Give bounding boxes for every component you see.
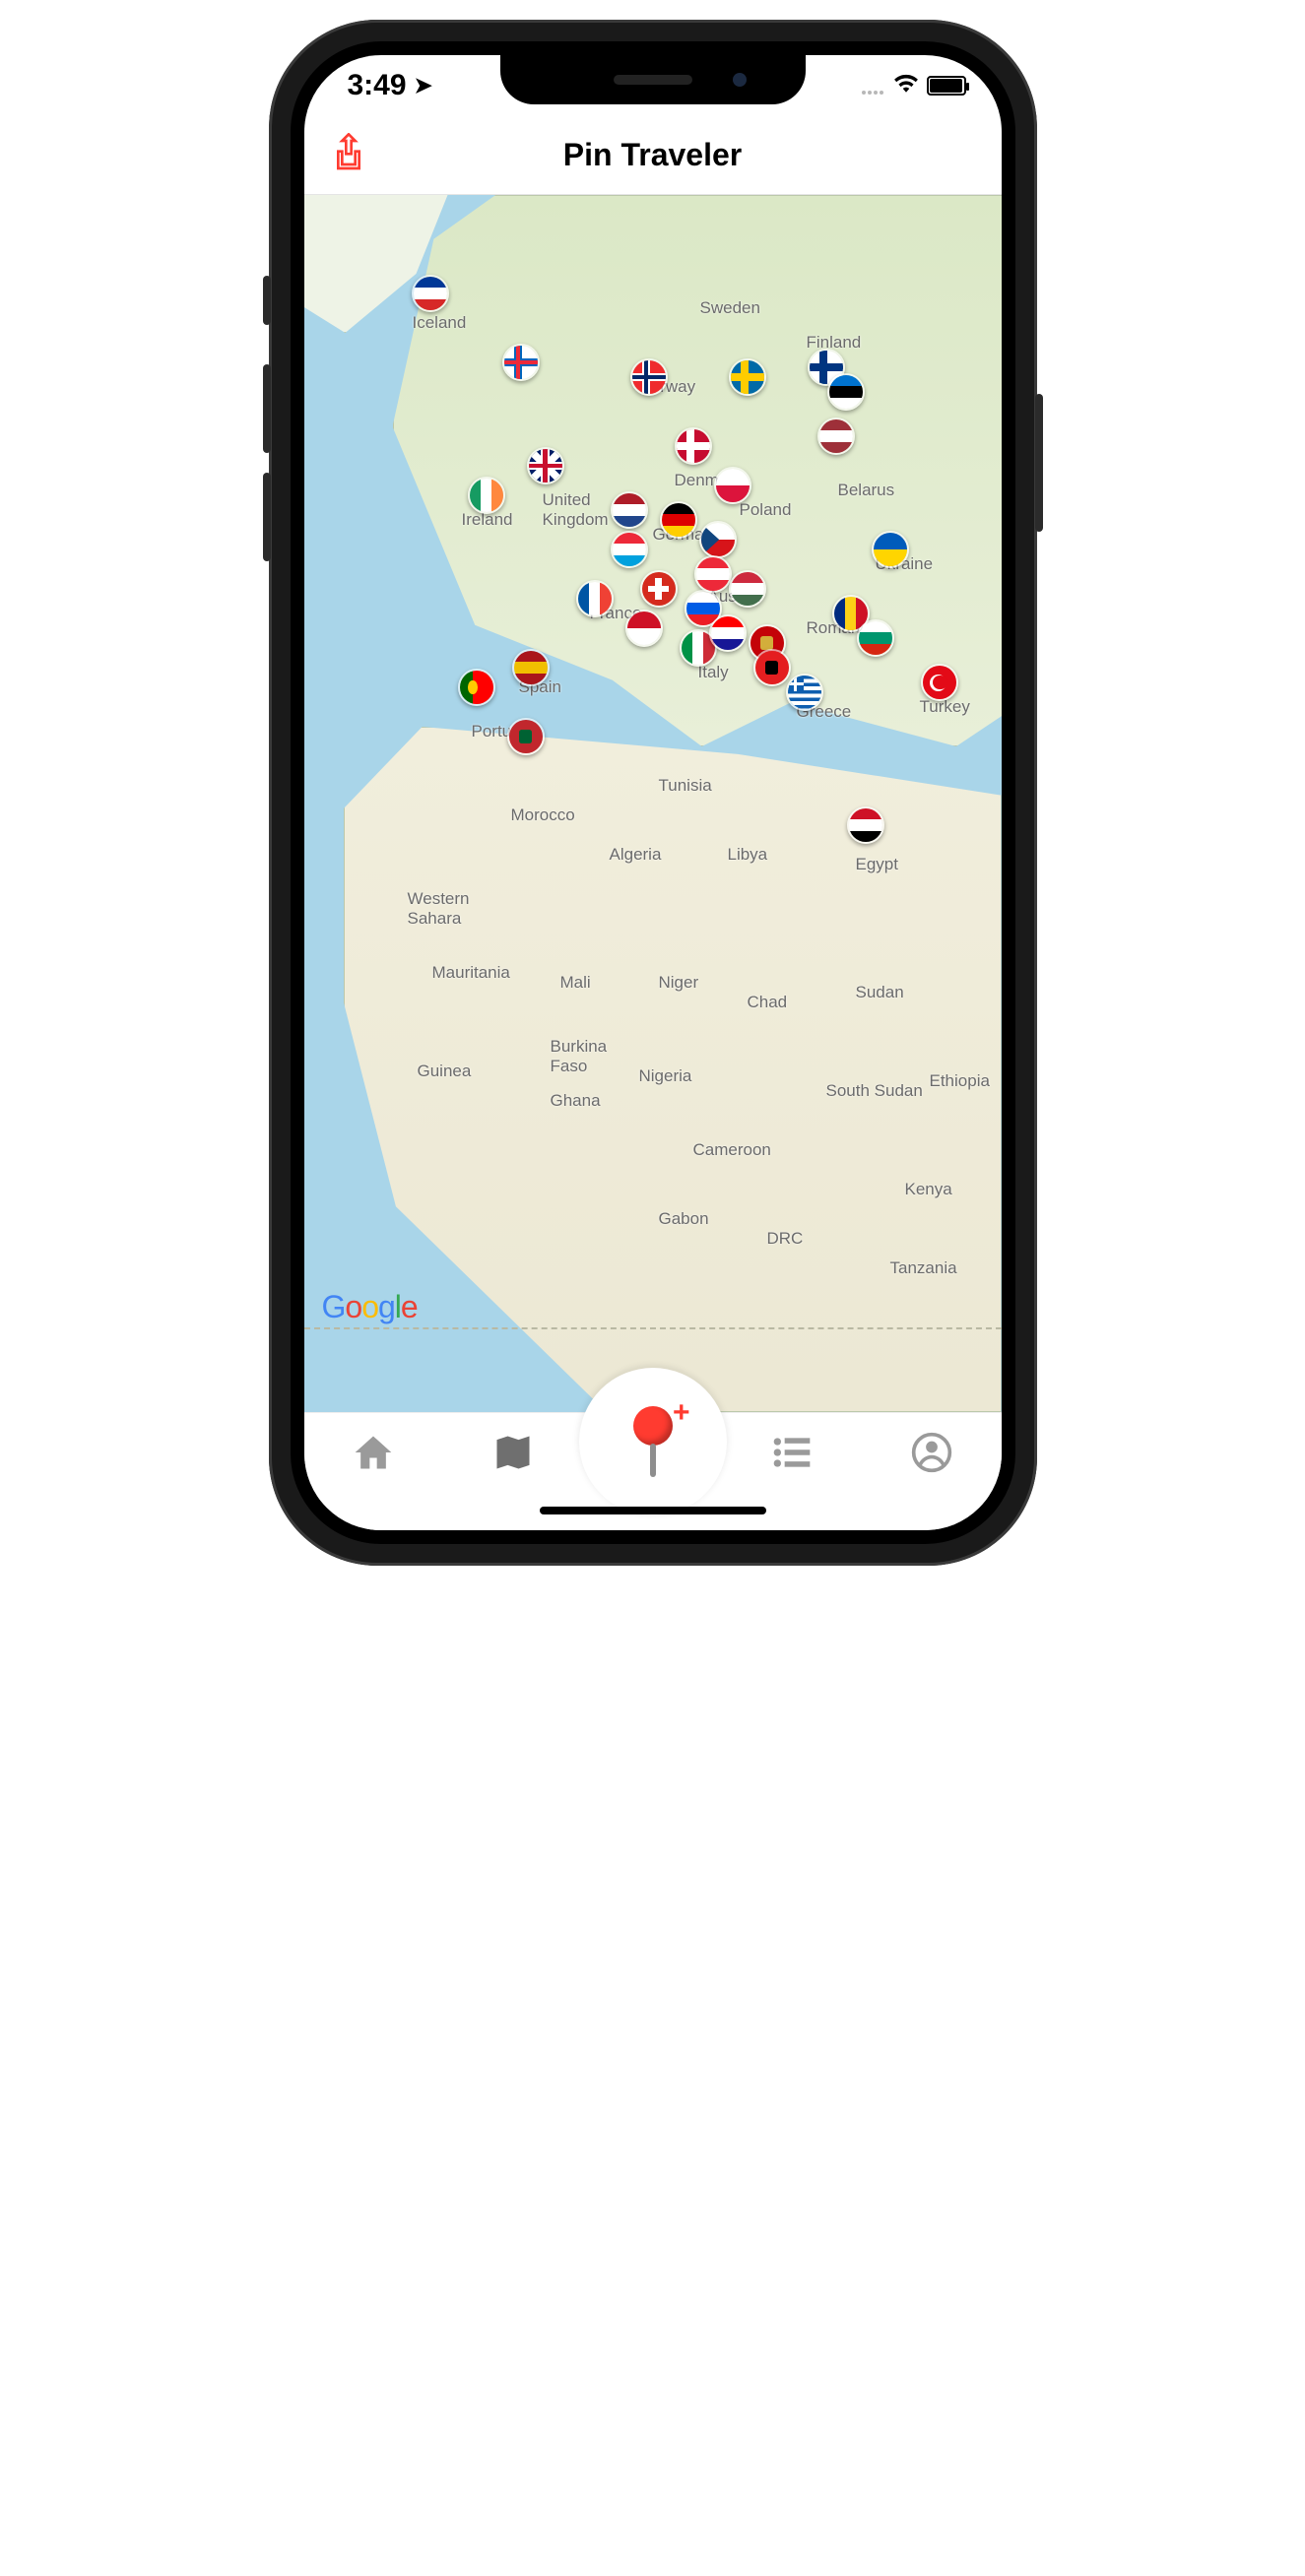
flag-pin-spain[interactable] <box>512 649 550 686</box>
share-button[interactable] <box>332 133 365 177</box>
flag-pin-faroe[interactable] <box>502 344 540 381</box>
cellular-dots-icon <box>862 69 885 102</box>
flag-pin-monaco[interactable] <box>625 610 663 647</box>
flag-pin-switzerland[interactable] <box>640 570 678 608</box>
home-icon <box>352 1431 395 1474</box>
flag-pin-latvia[interactable] <box>817 418 855 455</box>
flag-pin-poland[interactable] <box>714 467 751 504</box>
flag-pin-denmark[interactable] <box>675 427 712 465</box>
flag-pin-czech[interactable] <box>699 521 737 558</box>
equator-line <box>304 1327 1002 1329</box>
volume-down-button[interactable] <box>263 473 271 561</box>
flag-pin-luxembourg[interactable] <box>611 531 648 568</box>
list-icon <box>770 1431 814 1474</box>
volume-up-button[interactable] <box>263 364 271 453</box>
flag-pin-turkey[interactable] <box>921 664 958 701</box>
flag-pin-norway[interactable] <box>630 358 668 396</box>
tab-list[interactable] <box>770 1431 814 1479</box>
flag-pin-germany[interactable] <box>660 501 697 539</box>
profile-icon <box>910 1431 953 1474</box>
flag-pin-ukraine[interactable] <box>872 531 909 568</box>
flag-pin-france[interactable] <box>576 580 614 617</box>
nav-bar: Pin Traveler <box>304 116 1002 195</box>
flag-pin-uk[interactable] <box>527 447 564 484</box>
flag-pin-ireland[interactable] <box>468 477 505 514</box>
flag-pin-hungary[interactable] <box>729 570 766 608</box>
flag-pin-austria[interactable] <box>694 555 732 593</box>
flag-pin-netherlands[interactable] <box>611 491 648 529</box>
location-arrow-icon: ➤ <box>415 73 432 98</box>
flag-pin-estonia[interactable] <box>827 373 865 411</box>
earpiece <box>614 75 692 85</box>
notch <box>500 55 806 104</box>
flag-pin-morocco[interactable] <box>507 718 545 755</box>
pin-add-icon: + <box>633 1406 673 1477</box>
wifi-icon <box>893 72 919 99</box>
status-time: 3:49 <box>348 69 407 102</box>
power-button[interactable] <box>1035 394 1043 532</box>
tab-profile[interactable] <box>910 1431 953 1479</box>
flag-pin-iceland[interactable] <box>412 275 449 312</box>
flag-pin-greece[interactable] <box>786 674 823 711</box>
page-title: Pin Traveler <box>563 137 742 173</box>
tab-map[interactable] <box>491 1431 535 1479</box>
flag-pin-sweden[interactable] <box>729 358 766 396</box>
mute-switch[interactable] <box>263 276 271 325</box>
screen: 3:49 ➤ Pin Traveler <box>304 55 1002 1530</box>
flag-pin-albania[interactable] <box>753 649 791 686</box>
flag-pin-croatia[interactable] <box>709 614 747 652</box>
flag-pin-portugal[interactable] <box>458 669 495 706</box>
google-logo: Google <box>322 1289 418 1325</box>
phone-bezel: 3:49 ➤ Pin Traveler <box>291 41 1015 1544</box>
tab-home[interactable] <box>352 1431 395 1479</box>
front-camera <box>733 73 747 87</box>
add-pin-fab[interactable]: + <box>579 1368 727 1515</box>
phone-frame: 3:49 ➤ Pin Traveler <box>269 20 1037 1566</box>
map-icon <box>491 1431 535 1474</box>
battery-icon <box>927 76 966 96</box>
home-indicator[interactable] <box>540 1507 766 1514</box>
map-view[interactable]: Google IcelandSwedenFinlandNorwayDenmark… <box>304 195 1002 1412</box>
flag-pin-bulgaria[interactable] <box>857 619 894 657</box>
flag-pin-egypt[interactable] <box>847 806 884 844</box>
